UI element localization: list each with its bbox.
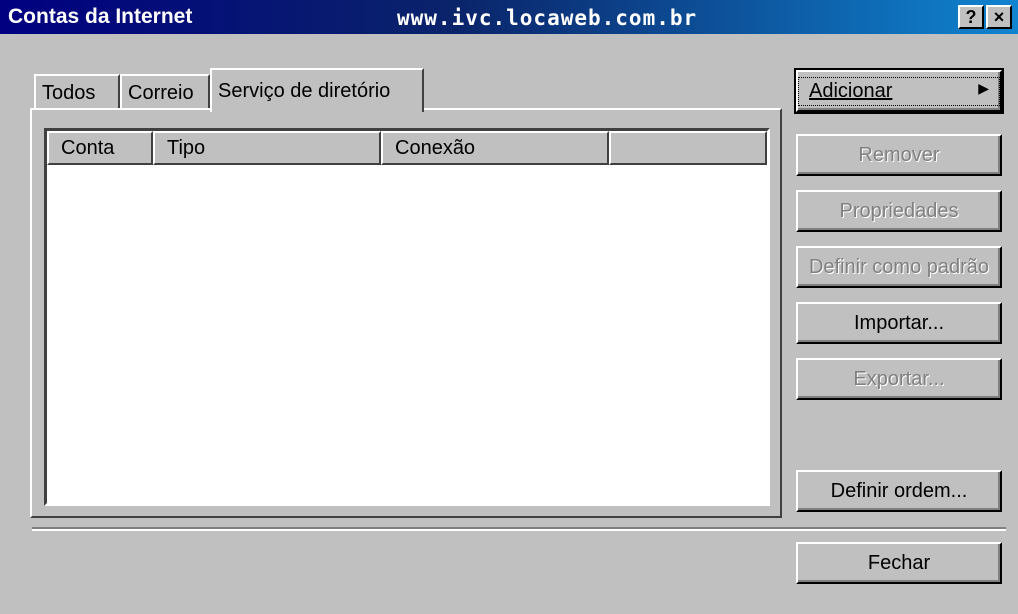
- watermark-url: www.ivc.locaweb.com.br: [397, 6, 698, 30]
- column-header-conta[interactable]: Conta: [47, 131, 153, 165]
- import-button[interactable]: Importar...: [796, 302, 1002, 344]
- tab-todos[interactable]: Todos: [34, 74, 120, 110]
- column-header-tipo[interactable]: Tipo: [153, 131, 381, 165]
- tab-correio[interactable]: Correio: [120, 74, 210, 110]
- close-window-button[interactable]: ×: [986, 5, 1012, 29]
- help-button[interactable]: ?: [958, 5, 984, 29]
- add-button[interactable]: Adicionar ▶: [794, 68, 1004, 114]
- set-default-button[interactable]: Definir como padrão: [796, 246, 1002, 288]
- title-bar: Contas da Internet www.ivc.locaweb.com.b…: [0, 0, 1018, 34]
- remove-button[interactable]: Remover: [796, 134, 1002, 176]
- export-button[interactable]: Exportar...: [796, 358, 1002, 400]
- separator: [32, 527, 1006, 531]
- triangle-right-icon: ▶: [978, 79, 989, 96]
- tab-servico-de-diretorio[interactable]: Serviço de diretório: [210, 68, 424, 112]
- add-button-label: Adicionar: [809, 79, 893, 102]
- accounts-list[interactable]: Conta Tipo Conexão: [44, 128, 770, 506]
- column-header-conexao[interactable]: Conexão: [381, 131, 609, 165]
- properties-button[interactable]: Propriedades: [796, 190, 1002, 232]
- set-order-button[interactable]: Definir ordem...: [796, 470, 1002, 512]
- close-button[interactable]: Fechar: [796, 542, 1002, 584]
- column-header-empty[interactable]: [609, 131, 767, 165]
- window-title: Contas da Internet: [8, 5, 193, 28]
